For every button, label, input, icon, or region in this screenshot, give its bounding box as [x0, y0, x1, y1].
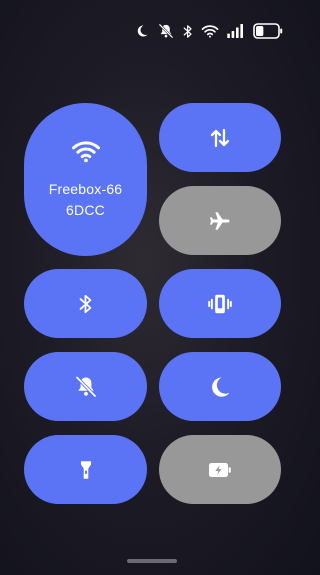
- home-indicator[interactable]: [127, 559, 177, 563]
- bluetooth-icon: [183, 24, 193, 39]
- wifi-network-name-suffix: 6DCC: [66, 201, 105, 218]
- airplane-mode-tile[interactable]: [159, 186, 281, 255]
- flashlight-icon: [75, 458, 97, 482]
- wifi-network-name: Freebox-66: [48, 180, 123, 197]
- do-not-disturb-tile[interactable]: [159, 352, 281, 421]
- moon-icon: [208, 375, 232, 399]
- airplane-icon: [208, 209, 232, 233]
- battery-icon: [253, 23, 283, 39]
- vibrate-icon: [207, 291, 233, 317]
- bell-off-icon: [74, 375, 98, 399]
- battery-saver-tile[interactable]: [159, 435, 281, 504]
- vibrate-tile[interactable]: [159, 269, 281, 338]
- flashlight-tile[interactable]: [24, 435, 147, 504]
- data-transfer-icon: [208, 126, 232, 150]
- wifi-icon: [201, 24, 219, 38]
- bluetooth-tile[interactable]: [24, 269, 147, 338]
- moon-icon: [135, 24, 149, 38]
- mobile-data-tile[interactable]: [159, 103, 281, 172]
- bluetooth-icon: [78, 293, 94, 315]
- battery-saver-icon: [208, 462, 232, 478]
- silent-mode-tile[interactable]: [24, 352, 147, 421]
- status-bar: [135, 20, 283, 42]
- silent-icon: [157, 23, 175, 39]
- wifi-icon: [71, 139, 101, 163]
- signal-icon: [227, 24, 245, 38]
- wifi-tile[interactable]: Freebox-66 6DCC: [24, 103, 147, 256]
